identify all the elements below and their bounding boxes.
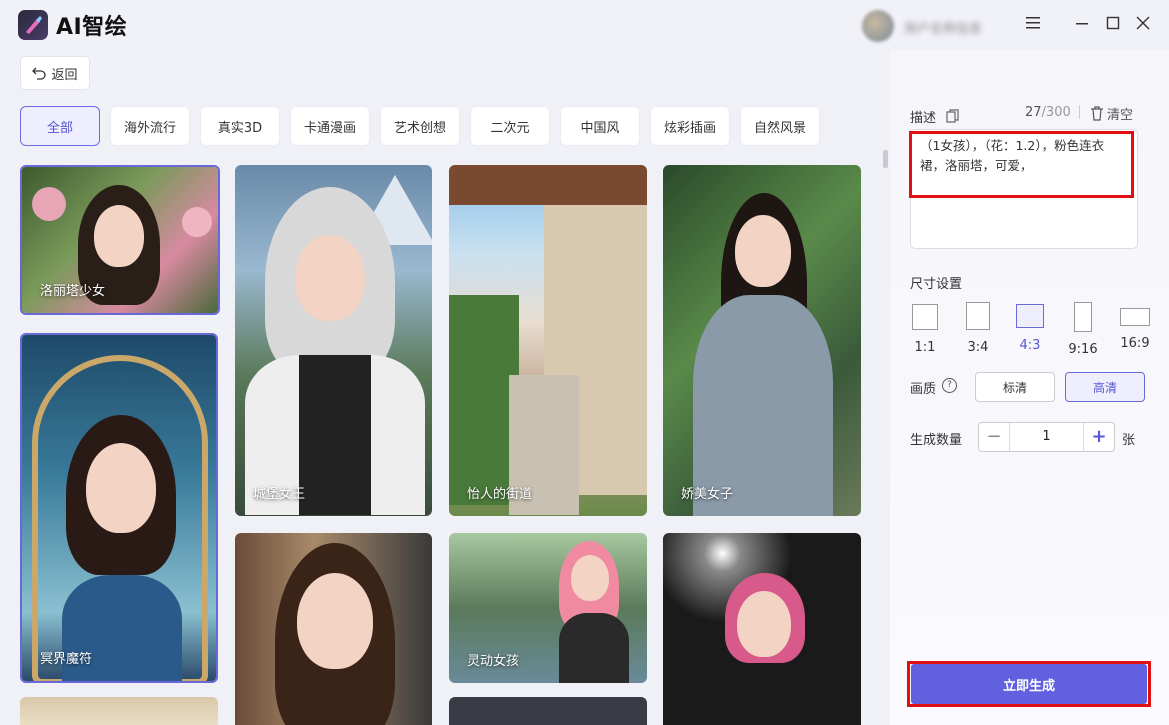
quality-standard-button[interactable]: 标清 bbox=[975, 372, 1055, 402]
size-label: 尺寸设置 bbox=[910, 277, 963, 292]
copy-icon[interactable] bbox=[946, 109, 959, 123]
card-label: 怡人的街道 bbox=[467, 487, 533, 502]
ratio-option-4-3[interactable]: 4:3 bbox=[1010, 302, 1050, 353]
tab-all[interactable]: 全部 bbox=[20, 106, 100, 146]
gallery-card[interactable] bbox=[20, 697, 218, 725]
gallery-card[interactable]: 怡人的街道 bbox=[449, 165, 647, 516]
generate-highlight bbox=[907, 661, 1151, 707]
ratio-box bbox=[966, 302, 990, 330]
tab-cartoon[interactable]: 卡通漫画 bbox=[290, 106, 370, 146]
app-logo-icon bbox=[18, 10, 48, 40]
ratio-option-1-1[interactable]: 1:1 bbox=[905, 302, 945, 355]
tab-overseas[interactable]: 海外流行 bbox=[110, 106, 190, 146]
ratio-option-9-16[interactable]: 9:16 bbox=[1063, 302, 1103, 357]
tab-illustration[interactable]: 炫彩插画 bbox=[650, 106, 730, 146]
gallery-card[interactable]: 灵动女孩 bbox=[449, 533, 647, 683]
increment-button[interactable]: + bbox=[1083, 423, 1114, 451]
tab-anime[interactable]: 二次元 bbox=[470, 106, 550, 146]
ratio-label: 3:4 bbox=[967, 340, 989, 355]
card-label: 城堡女王 bbox=[253, 487, 306, 502]
card-image bbox=[20, 697, 218, 725]
card-image bbox=[663, 165, 861, 516]
count-unit: 张 bbox=[1122, 433, 1136, 448]
ratio-label: 4:3 bbox=[1019, 338, 1041, 353]
ratio-box bbox=[912, 304, 938, 330]
trash-icon bbox=[1091, 106, 1103, 121]
username: 用户名称信息 bbox=[904, 22, 983, 37]
ratio-box bbox=[1016, 304, 1044, 328]
gallery-card[interactable]: 娇美女子 bbox=[663, 165, 861, 516]
undo-icon bbox=[32, 67, 47, 80]
gallery-card[interactable] bbox=[449, 697, 647, 725]
count-label: 生成数量 bbox=[910, 433, 963, 448]
tab-chinese[interactable]: 中国风 bbox=[560, 106, 640, 146]
char-count: 27 bbox=[1025, 105, 1042, 120]
menu-icon[interactable] bbox=[1021, 13, 1045, 37]
back-label: 返回 bbox=[51, 67, 78, 83]
card-image bbox=[663, 533, 861, 725]
maximize-button[interactable] bbox=[1101, 13, 1125, 37]
card-label: 冥界魔符 bbox=[40, 652, 93, 667]
ratio-label: 1:1 bbox=[914, 340, 936, 355]
card-image bbox=[22, 335, 216, 681]
card-image bbox=[235, 165, 432, 516]
card-image bbox=[449, 697, 647, 725]
ratio-option-16-9[interactable]: 16:9 bbox=[1115, 302, 1155, 351]
card-label: 娇美女子 bbox=[681, 487, 734, 502]
gallery-card[interactable] bbox=[663, 533, 861, 725]
prompt-highlight bbox=[909, 131, 1134, 198]
card-label: 洛丽塔少女 bbox=[40, 284, 106, 299]
tab-art[interactable]: 艺术创想 bbox=[380, 106, 460, 146]
char-counter: 27/300 bbox=[1025, 105, 1071, 120]
gallery-card[interactable]: 冥界魔符 bbox=[20, 333, 218, 683]
clear-button[interactable]: 清空 bbox=[1090, 104, 1133, 123]
clear-label: 清空 bbox=[1107, 108, 1134, 123]
quality-label: 画质 bbox=[910, 382, 937, 397]
gallery-card[interactable]: 城堡女王 bbox=[235, 165, 432, 516]
card-image bbox=[235, 533, 432, 725]
gallery-scrollbar[interactable] bbox=[883, 150, 888, 168]
char-max: /300 bbox=[1041, 105, 1071, 120]
ratio-label: 9:16 bbox=[1068, 342, 1098, 357]
card-image bbox=[449, 165, 647, 516]
description-label: 描述 bbox=[910, 111, 937, 126]
tab-nature[interactable]: 自然风景 bbox=[740, 106, 820, 146]
quality-high-button[interactable]: 高清 bbox=[1065, 372, 1145, 402]
card-label: 灵动女孩 bbox=[467, 654, 520, 669]
image-gallery: 洛丽塔少女 冥界魔符 城堡女王 怡人的街道 灵动女孩 娇美女子 bbox=[20, 165, 870, 725]
app-title: AI智绘 bbox=[56, 15, 128, 40]
minimize-button[interactable] bbox=[1070, 13, 1094, 37]
title-bar bbox=[0, 0, 1169, 50]
ratio-option-3-4[interactable]: 3:4 bbox=[958, 302, 998, 355]
quantity-input[interactable]: 1 bbox=[1009, 423, 1084, 451]
avatar[interactable] bbox=[862, 10, 894, 42]
help-icon[interactable]: ? bbox=[942, 378, 957, 393]
quantity-stepper: − 1 + bbox=[978, 422, 1115, 452]
back-button[interactable]: 返回 bbox=[20, 56, 90, 90]
ratio-label: 16:9 bbox=[1120, 336, 1150, 351]
ratio-box bbox=[1074, 302, 1092, 332]
close-button[interactable] bbox=[1131, 13, 1155, 37]
divider bbox=[1079, 105, 1080, 119]
user-profile[interactable]: 用户名称信息 bbox=[862, 10, 983, 42]
gallery-card[interactable] bbox=[235, 533, 432, 725]
tab-real-3d[interactable]: 真实3D bbox=[200, 106, 280, 146]
gallery-card[interactable]: 洛丽塔少女 bbox=[20, 165, 220, 315]
decrement-button[interactable]: − bbox=[979, 423, 1010, 451]
ratio-box bbox=[1120, 308, 1150, 326]
